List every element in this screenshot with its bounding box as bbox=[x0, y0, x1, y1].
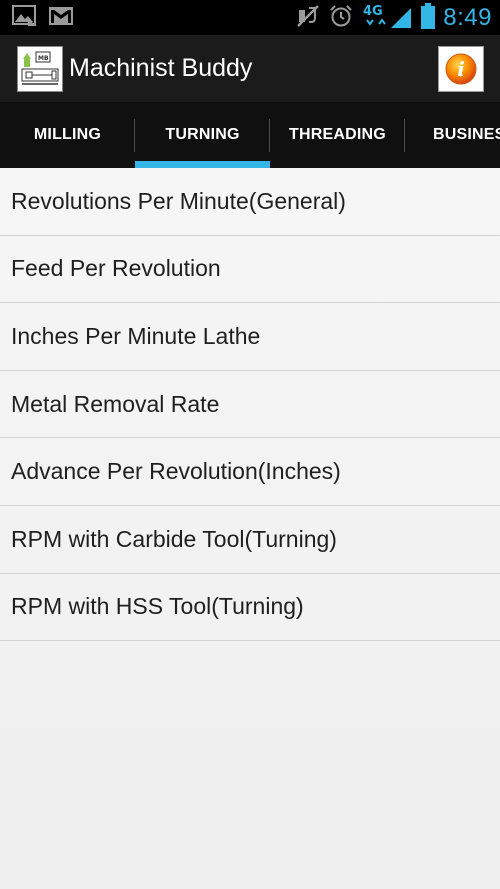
tab-label: THREADING bbox=[289, 126, 386, 143]
lathe-logo-icon: MB bbox=[20, 49, 60, 89]
tab-business[interactable]: BUSINES bbox=[405, 102, 500, 168]
mute-icon bbox=[295, 4, 321, 32]
svg-text:4G: 4G bbox=[363, 4, 383, 19]
calculator-list: Revolutions Per Minute(General) Feed Per… bbox=[0, 168, 500, 889]
app-title: Machinist Buddy bbox=[69, 54, 253, 82]
tab-turning[interactable]: TURNING bbox=[135, 102, 270, 168]
app-logo[interactable]: MB bbox=[17, 46, 63, 92]
tab-bar: MILLING TURNING THREADING BUSINES bbox=[0, 102, 500, 168]
status-bar: 4G 8:49 bbox=[0, 0, 500, 35]
info-button[interactable]: i bbox=[438, 46, 484, 92]
status-bar-system: 4G 8:49 bbox=[295, 0, 492, 35]
battery-icon bbox=[421, 2, 436, 33]
info-icon: i bbox=[445, 53, 477, 85]
tab-milling[interactable]: MILLING bbox=[0, 102, 135, 168]
status-bar-notifications bbox=[12, 4, 74, 31]
action-bar: MB Machinist Buddy i bbox=[0, 35, 500, 102]
clock: 8:49 bbox=[443, 3, 492, 31]
svg-text:i: i bbox=[457, 57, 465, 81]
list-item[interactable]: Feed Per Revolution bbox=[0, 236, 500, 304]
tab-label: MILLING bbox=[33, 126, 102, 143]
list-item[interactable]: Advance Per Revolution(Inches) bbox=[0, 438, 500, 506]
tab-threading[interactable]: THREADING bbox=[270, 102, 405, 168]
list-item[interactable]: Inches Per Minute Lathe bbox=[0, 303, 500, 371]
picture-icon bbox=[12, 4, 38, 31]
list-item[interactable]: Revolutions Per Minute(General) bbox=[0, 168, 500, 236]
alarm-icon bbox=[329, 4, 353, 32]
tab-label: TURNING bbox=[165, 126, 240, 143]
svg-text:MB: MB bbox=[38, 55, 49, 62]
list-item-label: RPM with HSS Tool(Turning) bbox=[11, 593, 304, 620]
list-item[interactable]: RPM with Carbide Tool(Turning) bbox=[0, 506, 500, 574]
list-item-label: Inches Per Minute Lathe bbox=[11, 322, 261, 349]
list-item-label: Feed Per Revolution bbox=[11, 255, 221, 282]
gmail-icon bbox=[48, 6, 74, 30]
list-item-label: RPM with Carbide Tool(Turning) bbox=[11, 525, 337, 552]
list-item[interactable]: RPM with HSS Tool(Turning) bbox=[0, 574, 500, 642]
list-item-label: Advance Per Revolution(Inches) bbox=[11, 458, 341, 485]
tab-label: BUSINES bbox=[433, 126, 500, 143]
signal-icon: 4G bbox=[361, 2, 413, 34]
list-item-label: Metal Removal Rate bbox=[11, 390, 220, 417]
list-item-label: Revolutions Per Minute(General) bbox=[11, 187, 346, 214]
list-item[interactable]: Metal Removal Rate bbox=[0, 371, 500, 439]
